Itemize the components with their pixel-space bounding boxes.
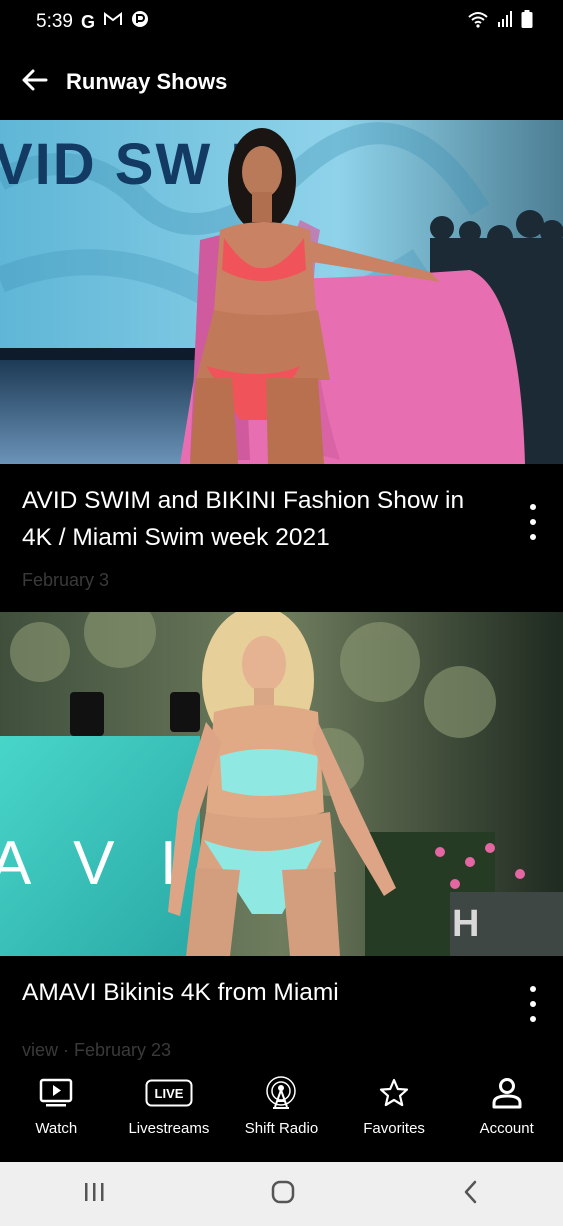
google-icon: G <box>80 11 95 32</box>
battery-icon <box>521 10 533 34</box>
more-options-button[interactable] <box>523 984 543 1024</box>
video-title[interactable]: AVID SWIM and BIKINI Fashion Show in 4K … <box>22 482 492 556</box>
video-title[interactable]: AMAVI Bikinis 4K from Miami <box>22 974 492 1011</box>
bottom-nav: Watch LIVE Livestreams Shift Radio Favor… <box>0 1060 563 1162</box>
recent-apps-icon[interactable] <box>82 1181 106 1208</box>
status-right <box>467 10 533 34</box>
status-time: 5:39 <box>36 11 73 32</box>
thumbnail-banner-text: A V I <box>0 829 191 898</box>
back-button[interactable] <box>16 64 52 100</box>
nav-label: Account <box>479 1120 534 1137</box>
video-feed[interactable]: VID SW M AVID SWIM and BIKINI Fashion Sh… <box>0 120 563 1060</box>
nav-label: Favorites <box>363 1120 425 1137</box>
arrow-left-icon <box>20 68 48 97</box>
status-left: 5:39 G <box>36 10 149 34</box>
video-meta[interactable]: AVID SWIM and BIKINI Fashion Show in 4K … <box>0 464 563 612</box>
video-date: view · February 23 <box>22 1040 172 1060</box>
nav-item-favorites[interactable]: Favorites <box>338 1060 450 1137</box>
person-icon <box>491 1076 523 1110</box>
live-badge-icon: LIVE <box>145 1076 193 1110</box>
more-vert-icon-dot <box>530 1016 536 1022</box>
nav-label: Livestreams <box>128 1120 210 1137</box>
video-card[interactable]: VID SW M AVID SWIM and BIKINI Fashion Sh… <box>0 120 563 612</box>
more-vert-icon-dot <box>530 534 536 540</box>
page-title: Runway Shows <box>66 69 228 94</box>
more-options-button[interactable] <box>523 502 543 542</box>
nav-item-shift-radio[interactable]: Shift Radio <box>225 1060 337 1137</box>
thumbnail-background-sign: H <box>452 903 479 945</box>
video-thumbnail[interactable]: VID SW M <box>0 120 563 464</box>
more-vert-icon-dot <box>530 1001 536 1007</box>
system-nav-bar <box>0 1162 563 1226</box>
wifi-icon <box>467 10 489 34</box>
live-badge-text: LIVE <box>154 1086 183 1101</box>
home-icon[interactable] <box>270 1179 296 1210</box>
more-vert-icon-dot <box>530 519 536 525</box>
tv-play-icon <box>39 1076 73 1110</box>
nav-label: Shift Radio <box>244 1120 319 1137</box>
status-bar: 5:39 G <box>0 0 563 44</box>
gmail-icon <box>103 11 123 33</box>
video-thumbnail[interactable]: A V I H <box>0 612 563 956</box>
more-vert-icon <box>530 986 536 992</box>
video-card[interactable]: A V I H AMAVI Bikinis 4K from Miami view… <box>0 612 563 1060</box>
thumbnail-image: VID SW M <box>0 120 563 464</box>
thumbnail-image: A V I H <box>0 612 563 956</box>
app-bar: Runway Shows <box>0 44 563 120</box>
nav-item-livestreams[interactable]: LIVE Livestreams <box>113 1060 225 1137</box>
nav-label: Watch <box>35 1120 78 1137</box>
nav-item-watch[interactable]: Watch <box>0 1060 112 1137</box>
back-nav-icon[interactable] <box>461 1179 481 1210</box>
app-notification-icon <box>131 10 149 34</box>
video-meta[interactable]: AMAVI Bikinis 4K from Miami view · Febru… <box>0 956 563 1060</box>
more-vert-icon <box>530 504 536 510</box>
nav-item-account[interactable]: Account <box>451 1060 563 1137</box>
signal-icon <box>497 11 513 33</box>
star-icon <box>379 1076 409 1110</box>
video-date: February 3 <box>22 570 110 590</box>
radio-tower-icon <box>264 1076 298 1110</box>
